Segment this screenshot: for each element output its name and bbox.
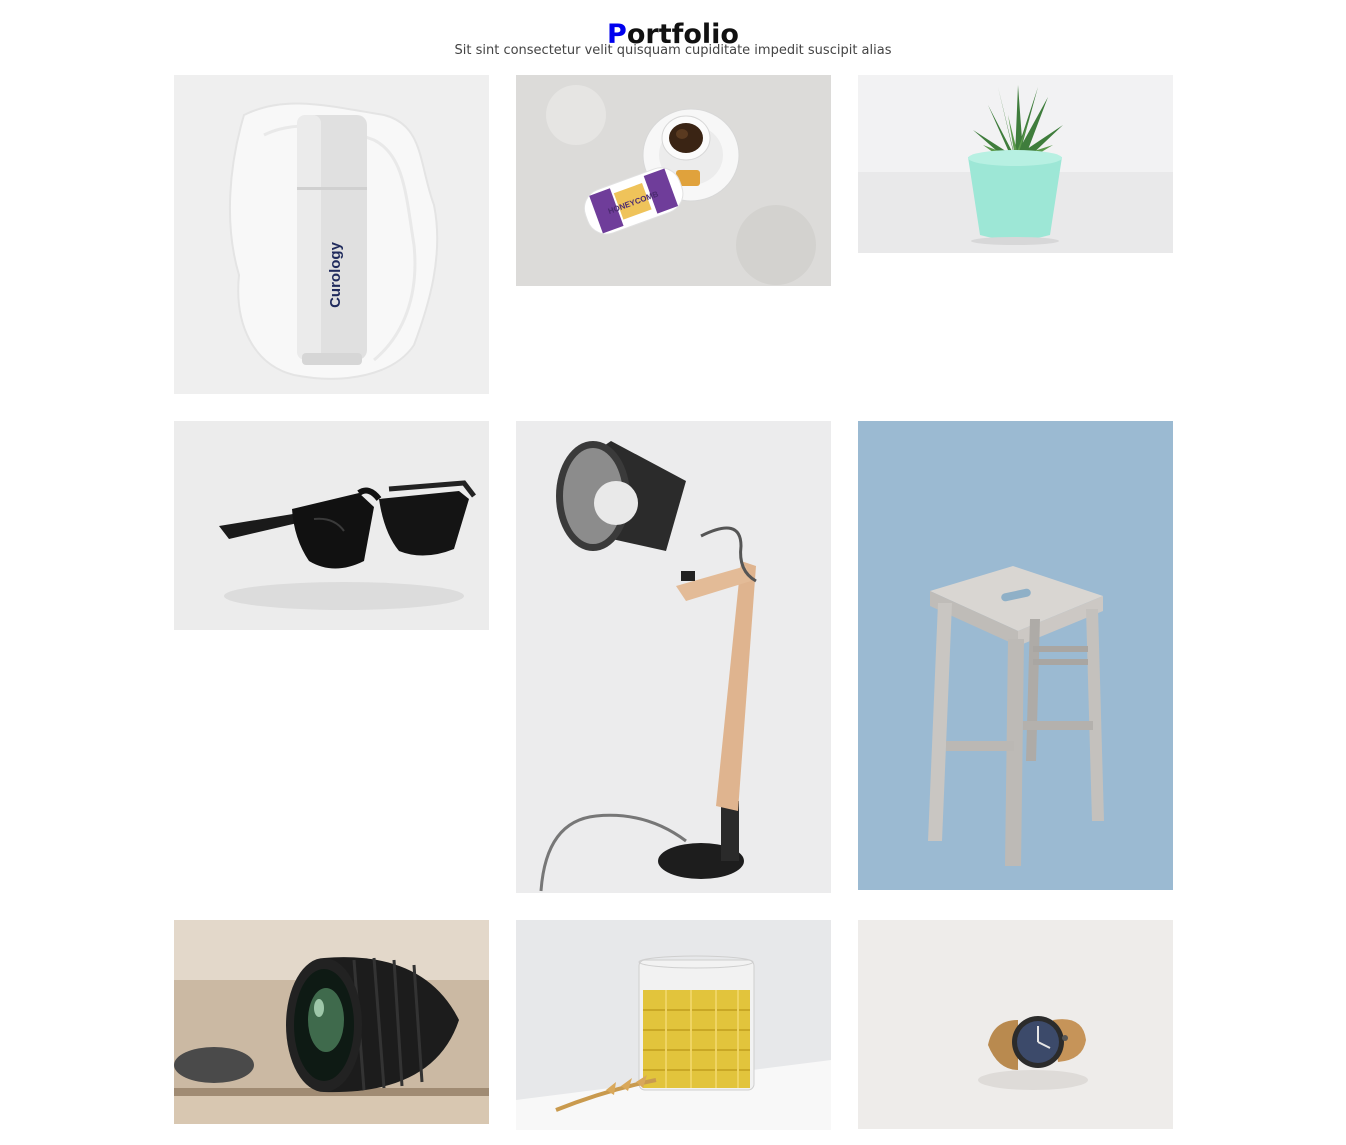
wrist-watch-image — [858, 920, 1173, 1129]
portfolio-item-desk-lamp[interactable] — [516, 421, 831, 893]
desk-lamp-image — [516, 421, 831, 893]
portfolio-item-stool[interactable] — [858, 421, 1173, 890]
succulent-image — [858, 75, 1173, 253]
portfolio-item-succulent[interactable] — [858, 75, 1173, 253]
portfolio-item-glass-of-tea[interactable] — [516, 920, 831, 1130]
camera-lens-image — [174, 920, 489, 1124]
glass-of-tea-image — [516, 920, 831, 1130]
tea-honeycomb-image: HONEYCOMB — [516, 75, 831, 286]
portfolio-item-sunglasses[interactable] — [174, 421, 489, 630]
stool-image — [858, 421, 1173, 890]
portfolio-item-wrist-watch[interactable] — [858, 920, 1173, 1129]
sunglasses-image — [174, 421, 489, 630]
portfolio-item-tea-honeycomb[interactable]: HONEYCOMB — [516, 75, 831, 286]
portfolio-item-skincare-bottle[interactable]: Curology — [174, 75, 489, 394]
portfolio-item-camera-lens[interactable] — [174, 920, 489, 1124]
section-subtitle: Sit sint consectetur velit quisquam cupi… — [454, 43, 892, 58]
bottle-label: Curology — [327, 241, 344, 307]
skincare-bottle-image: Curology — [174, 75, 489, 394]
